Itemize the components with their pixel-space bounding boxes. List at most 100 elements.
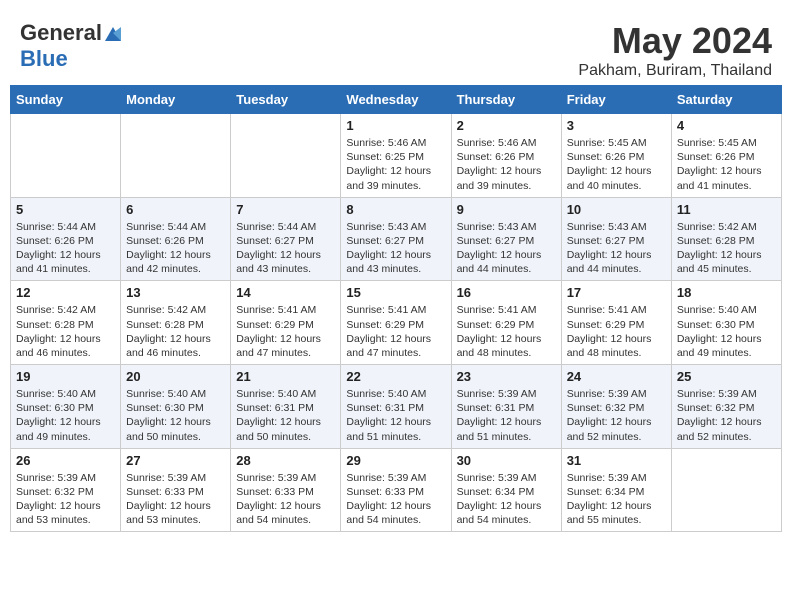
day-number: 15 bbox=[346, 285, 445, 300]
calendar-cell: 28 Sunrise: 5:39 AM Sunset: 6:33 PM Dayli… bbox=[231, 448, 341, 532]
day-info: Sunrise: 5:45 AM Sunset: 6:26 PM Dayligh… bbox=[677, 136, 776, 193]
day-info: Sunrise: 5:40 AM Sunset: 6:31 PM Dayligh… bbox=[236, 387, 335, 444]
day-info: Sunrise: 5:40 AM Sunset: 6:30 PM Dayligh… bbox=[16, 387, 115, 444]
day-number: 13 bbox=[126, 285, 225, 300]
subtitle: Pakham, Buriram, Thailand bbox=[578, 62, 772, 80]
calendar-cell: 31 Sunrise: 5:39 AM Sunset: 6:34 PM Dayli… bbox=[561, 448, 671, 532]
day-info: Sunrise: 5:41 AM Sunset: 6:29 PM Dayligh… bbox=[567, 303, 666, 360]
calendar-cell: 2 Sunrise: 5:46 AM Sunset: 6:26 PM Daylig… bbox=[451, 114, 561, 198]
calendar-header-row: SundayMondayTuesdayWednesdayThursdayFrid… bbox=[11, 86, 782, 114]
calendar-cell: 13 Sunrise: 5:42 AM Sunset: 6:28 PM Dayli… bbox=[121, 281, 231, 365]
calendar-cell: 17 Sunrise: 5:41 AM Sunset: 6:29 PM Dayli… bbox=[561, 281, 671, 365]
day-info: Sunrise: 5:39 AM Sunset: 6:34 PM Dayligh… bbox=[567, 471, 666, 528]
day-number: 2 bbox=[457, 118, 556, 133]
day-number: 8 bbox=[346, 202, 445, 217]
day-info: Sunrise: 5:41 AM Sunset: 6:29 PM Dayligh… bbox=[346, 303, 445, 360]
calendar-cell: 25 Sunrise: 5:39 AM Sunset: 6:32 PM Dayli… bbox=[671, 365, 781, 449]
day-number: 22 bbox=[346, 369, 445, 384]
day-header-friday: Friday bbox=[561, 86, 671, 114]
calendar-cell bbox=[11, 114, 121, 198]
day-info: Sunrise: 5:40 AM Sunset: 6:31 PM Dayligh… bbox=[346, 387, 445, 444]
day-number: 21 bbox=[236, 369, 335, 384]
day-number: 17 bbox=[567, 285, 666, 300]
day-info: Sunrise: 5:39 AM Sunset: 6:34 PM Dayligh… bbox=[457, 471, 556, 528]
calendar-cell: 27Sunrise: 5:39 AM Sunset: 6:33 PM Dayli… bbox=[121, 448, 231, 532]
day-number: 26 bbox=[16, 453, 115, 468]
day-number: 29 bbox=[346, 453, 445, 468]
day-number: 24 bbox=[567, 369, 666, 384]
calendar-cell: 21 Sunrise: 5:40 AM Sunset: 6:31 PM Dayli… bbox=[231, 365, 341, 449]
day-number: 14 bbox=[236, 285, 335, 300]
day-number: 25 bbox=[677, 369, 776, 384]
day-header-saturday: Saturday bbox=[671, 86, 781, 114]
calendar-body: 1Sunrise: 5:46 AM Sunset: 6:25 PM Daylig… bbox=[11, 114, 782, 532]
day-number: 1 bbox=[346, 118, 445, 133]
day-header-thursday: Thursday bbox=[451, 86, 561, 114]
day-info: Sunrise: 5:45 AM Sunset: 6:26 PM Dayligh… bbox=[567, 136, 666, 193]
day-number: 30 bbox=[457, 453, 556, 468]
day-number: 3 bbox=[567, 118, 666, 133]
logo-general: General bbox=[20, 20, 102, 46]
day-info: Sunrise: 5:43 AM Sunset: 6:27 PM Dayligh… bbox=[346, 220, 445, 277]
day-info: Sunrise: 5:39 AM Sunset: 6:31 PM Dayligh… bbox=[457, 387, 556, 444]
calendar-week-3: 12 Sunrise: 5:42 AM Sunset: 6:28 PM Dayli… bbox=[11, 281, 782, 365]
day-info: Sunrise: 5:42 AM Sunset: 6:28 PM Dayligh… bbox=[677, 220, 776, 277]
day-info: Sunrise: 5:39 AM Sunset: 6:33 PM Dayligh… bbox=[236, 471, 335, 528]
calendar-cell: 19Sunrise: 5:40 AM Sunset: 6:30 PM Dayli… bbox=[11, 365, 121, 449]
calendar-cell: 8 Sunrise: 5:43 AM Sunset: 6:27 PM Daylig… bbox=[341, 197, 451, 281]
calendar-cell: 4 Sunrise: 5:45 AM Sunset: 6:26 PM Daylig… bbox=[671, 114, 781, 198]
calendar-cell: 7 Sunrise: 5:44 AM Sunset: 6:27 PM Daylig… bbox=[231, 197, 341, 281]
day-info: Sunrise: 5:44 AM Sunset: 6:26 PM Dayligh… bbox=[126, 220, 225, 277]
day-info: Sunrise: 5:46 AM Sunset: 6:26 PM Dayligh… bbox=[457, 136, 556, 193]
day-info: Sunrise: 5:44 AM Sunset: 6:27 PM Dayligh… bbox=[236, 220, 335, 277]
day-info: Sunrise: 5:41 AM Sunset: 6:29 PM Dayligh… bbox=[457, 303, 556, 360]
calendar-cell: 9Sunrise: 5:43 AM Sunset: 6:27 PM Daylig… bbox=[451, 197, 561, 281]
calendar-cell: 16 Sunrise: 5:41 AM Sunset: 6:29 PM Dayli… bbox=[451, 281, 561, 365]
day-info: Sunrise: 5:39 AM Sunset: 6:33 PM Dayligh… bbox=[346, 471, 445, 528]
logo-blue: Blue bbox=[20, 46, 68, 71]
calendar-cell: 6 Sunrise: 5:44 AM Sunset: 6:26 PM Daylig… bbox=[121, 197, 231, 281]
day-header-monday: Monday bbox=[121, 86, 231, 114]
day-info: Sunrise: 5:40 AM Sunset: 6:30 PM Dayligh… bbox=[677, 303, 776, 360]
day-header-wednesday: Wednesday bbox=[341, 86, 451, 114]
calendar-cell: 30 Sunrise: 5:39 AM Sunset: 6:34 PM Dayli… bbox=[451, 448, 561, 532]
day-number: 31 bbox=[567, 453, 666, 468]
day-info: Sunrise: 5:39 AM Sunset: 6:33 PM Dayligh… bbox=[126, 471, 225, 528]
day-info: Sunrise: 5:43 AM Sunset: 6:27 PM Dayligh… bbox=[567, 220, 666, 277]
day-number: 16 bbox=[457, 285, 556, 300]
day-header-tuesday: Tuesday bbox=[231, 86, 341, 114]
calendar-cell: 12 Sunrise: 5:42 AM Sunset: 6:28 PM Dayli… bbox=[11, 281, 121, 365]
calendar-cell: 14 Sunrise: 5:41 AM Sunset: 6:29 PM Dayli… bbox=[231, 281, 341, 365]
calendar-table: SundayMondayTuesdayWednesdayThursdayFrid… bbox=[10, 85, 782, 532]
calendar-cell: 18Sunrise: 5:40 AM Sunset: 6:30 PM Dayli… bbox=[671, 281, 781, 365]
day-info: Sunrise: 5:43 AM Sunset: 6:27 PM Dayligh… bbox=[457, 220, 556, 277]
logo-icon bbox=[103, 23, 123, 43]
calendar-cell: 20Sunrise: 5:40 AM Sunset: 6:30 PM Dayli… bbox=[121, 365, 231, 449]
day-number: 7 bbox=[236, 202, 335, 217]
day-info: Sunrise: 5:41 AM Sunset: 6:29 PM Dayligh… bbox=[236, 303, 335, 360]
day-info: Sunrise: 5:40 AM Sunset: 6:30 PM Dayligh… bbox=[126, 387, 225, 444]
calendar-cell: 26Sunrise: 5:39 AM Sunset: 6:32 PM Dayli… bbox=[11, 448, 121, 532]
calendar-cell: 1Sunrise: 5:46 AM Sunset: 6:25 PM Daylig… bbox=[341, 114, 451, 198]
calendar-week-5: 26Sunrise: 5:39 AM Sunset: 6:32 PM Dayli… bbox=[11, 448, 782, 532]
calendar-week-1: 1Sunrise: 5:46 AM Sunset: 6:25 PM Daylig… bbox=[11, 114, 782, 198]
day-info: Sunrise: 5:42 AM Sunset: 6:28 PM Dayligh… bbox=[16, 303, 115, 360]
day-number: 4 bbox=[677, 118, 776, 133]
main-title: May 2024 bbox=[578, 20, 772, 62]
calendar-cell: 11Sunrise: 5:42 AM Sunset: 6:28 PM Dayli… bbox=[671, 197, 781, 281]
calendar-cell bbox=[671, 448, 781, 532]
day-info: Sunrise: 5:42 AM Sunset: 6:28 PM Dayligh… bbox=[126, 303, 225, 360]
day-number: 12 bbox=[16, 285, 115, 300]
day-number: 23 bbox=[457, 369, 556, 384]
day-info: Sunrise: 5:39 AM Sunset: 6:32 PM Dayligh… bbox=[677, 387, 776, 444]
day-number: 28 bbox=[236, 453, 335, 468]
day-info: Sunrise: 5:44 AM Sunset: 6:26 PM Dayligh… bbox=[16, 220, 115, 277]
calendar-week-4: 19Sunrise: 5:40 AM Sunset: 6:30 PM Dayli… bbox=[11, 365, 782, 449]
logo: General Blue bbox=[20, 20, 123, 72]
calendar-week-2: 5Sunrise: 5:44 AM Sunset: 6:26 PM Daylig… bbox=[11, 197, 782, 281]
calendar-cell: 23 Sunrise: 5:39 AM Sunset: 6:31 PM Dayli… bbox=[451, 365, 561, 449]
day-number: 6 bbox=[126, 202, 225, 217]
calendar-cell: 24Sunrise: 5:39 AM Sunset: 6:32 PM Dayli… bbox=[561, 365, 671, 449]
calendar-cell: 3 Sunrise: 5:45 AM Sunset: 6:26 PM Daylig… bbox=[561, 114, 671, 198]
calendar-cell: 10Sunrise: 5:43 AM Sunset: 6:27 PM Dayli… bbox=[561, 197, 671, 281]
